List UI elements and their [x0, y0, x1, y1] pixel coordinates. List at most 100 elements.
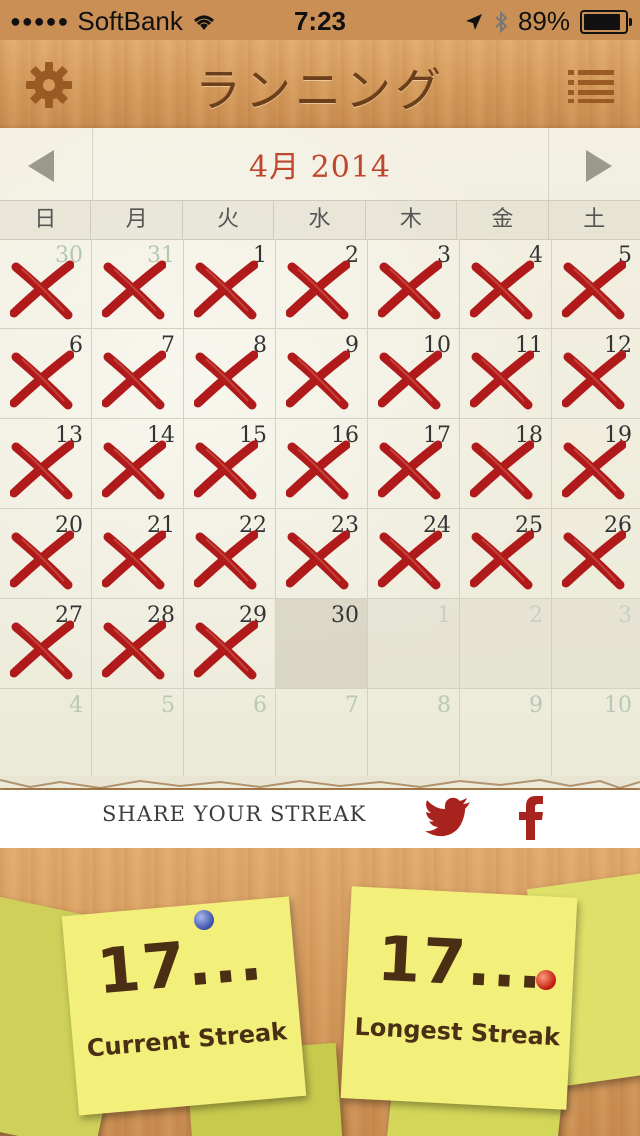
x-mark-icon — [102, 350, 166, 410]
location-arrow-icon — [465, 13, 482, 30]
calendar-day-cell[interactable]: 14 — [92, 419, 184, 509]
weekday-label: 火 — [183, 201, 275, 239]
stats-board: 17... Current Streak 17... Longest Strea… — [0, 848, 640, 1136]
calendar-day-cell[interactable]: 15 — [184, 419, 276, 509]
calendar-day-cell[interactable]: 30 — [0, 239, 92, 329]
calendar-day-cell[interactable]: 18 — [460, 419, 552, 509]
x-mark-icon — [562, 440, 626, 500]
battery-fill — [584, 13, 621, 30]
day-number: 7 — [345, 693, 359, 718]
prev-month-button[interactable] — [24, 148, 64, 184]
x-mark-icon — [378, 260, 442, 320]
weekday-label: 土 — [583, 207, 606, 232]
calendar-day-cell[interactable]: 25 — [460, 509, 552, 599]
x-mark-icon — [102, 260, 166, 320]
x-mark-icon — [470, 530, 534, 590]
page-title: ランニング — [195, 63, 445, 117]
x-mark-icon — [194, 440, 258, 500]
calendar-grid: 30 31 1 2 3 4 5 6 7 8 9 10 11 12 13 14 15 16 17 18 19 20 21 22 2… — [0, 239, 640, 779]
calendar-day-cell[interactable]: 27 — [0, 599, 92, 689]
x-mark-icon — [286, 350, 350, 410]
x-mark-icon — [10, 530, 74, 590]
weekday-label: 金 — [457, 201, 549, 239]
x-mark-icon — [470, 260, 534, 320]
weekday-label: 日 — [0, 201, 92, 239]
calendar-day-cell[interactable]: 9 — [276, 329, 368, 419]
calendar-day-cell[interactable]: 12 — [552, 329, 640, 419]
longest-streak-note: 17... Longest Streak — [340, 886, 578, 1110]
calendar-day-cell[interactable]: 4 — [460, 239, 552, 329]
calendar-day-cell[interactable]: 21 — [92, 509, 184, 599]
calendar-day-cell[interactable]: 6 — [0, 329, 92, 419]
x-mark-icon — [10, 440, 74, 500]
calendar-day-cell[interactable]: 10 — [552, 689, 640, 779]
day-number: 8 — [437, 693, 451, 718]
x-mark-icon — [562, 350, 626, 410]
blue-pin-icon — [194, 910, 214, 930]
calendar-day-cell[interactable]: 11 — [460, 329, 552, 419]
calendar-day-cell[interactable]: 3 — [552, 599, 640, 689]
battery-percent: 89% — [517, 6, 570, 36]
twitter-button[interactable] — [424, 796, 472, 840]
calendar-day-cell[interactable]: 2 — [276, 239, 368, 329]
facebook-icon — [519, 796, 543, 840]
menu-button[interactable] — [568, 68, 614, 104]
calendar: 4月 2014 日 月 火 水 木 金 土 30 31 1 2 3 4 5 6 7 8 9 10 11 1… — [0, 128, 640, 788]
next-month-button[interactable] — [576, 148, 616, 184]
x-mark-icon — [378, 350, 442, 410]
x-mark-icon — [10, 260, 74, 320]
calendar-day-cell[interactable]: 20 — [0, 509, 92, 599]
list-icon — [568, 70, 614, 103]
calendar-day-cell[interactable]: 7 — [276, 689, 368, 779]
month-title: 4月 2014 — [249, 150, 391, 185]
calendar-day-cell[interactable]: 3 — [368, 239, 460, 329]
calendar-day-cell[interactable]: 6 — [184, 689, 276, 779]
x-mark-icon — [562, 260, 626, 320]
calendar-day-cell[interactable]: 7 — [92, 329, 184, 419]
x-mark-icon — [286, 530, 350, 590]
calendar-day-cell[interactable]: 17 — [368, 419, 460, 509]
x-mark-icon — [102, 440, 166, 500]
x-mark-icon — [194, 260, 258, 320]
calendar-day-cell[interactable]: 24 — [368, 509, 460, 599]
calendar-day-cell[interactable]: 13 — [0, 419, 92, 509]
calendar-day-cell[interactable]: 1 — [368, 599, 460, 689]
calendar-day-cell[interactable]: 1 — [184, 239, 276, 329]
calendar-day-cell[interactable]: 4 — [0, 689, 92, 779]
weekday-label: 月 — [91, 201, 183, 239]
x-mark-icon — [102, 620, 166, 680]
day-number: 4 — [69, 693, 83, 718]
calendar-day-cell[interactable]: 22 — [184, 509, 276, 599]
calendar-day-cell[interactable]: 8 — [184, 329, 276, 419]
calendar-day-cell[interactable]: 26 — [552, 509, 640, 599]
x-mark-icon — [194, 350, 258, 410]
current-streak-label: Current Streak — [85, 1017, 289, 1063]
calendar-day-cell[interactable]: 10 — [368, 329, 460, 419]
x-mark-icon — [378, 530, 442, 590]
twitter-icon — [425, 797, 470, 837]
day-number: 6 — [253, 693, 267, 718]
calendar-day-cell[interactable]: 31 — [92, 239, 184, 329]
longest-streak-value: 17... — [375, 921, 547, 1004]
x-mark-icon — [562, 530, 626, 590]
calendar-day-cell[interactable]: 29 — [184, 599, 276, 689]
share-bar: SHARE YOUR STREAK — [0, 790, 640, 848]
facebook-button[interactable] — [514, 794, 550, 842]
calendar-day-cell[interactable]: 19 — [552, 419, 640, 509]
calendar-day-cell[interactable]: 8 — [368, 689, 460, 779]
calendar-day-cell[interactable]: 5 — [92, 689, 184, 779]
calendar-day-cell[interactable]: 9 — [460, 689, 552, 779]
x-mark-icon — [102, 530, 166, 590]
day-number: 2 — [529, 603, 543, 628]
right-arrow-icon — [586, 150, 612, 182]
calendar-day-cell[interactable]: 30 — [276, 599, 368, 689]
calendar-day-cell[interactable]: 2 — [460, 599, 552, 689]
red-pin-icon — [536, 970, 556, 990]
x-mark-icon — [10, 620, 74, 680]
calendar-day-cell[interactable]: 28 — [92, 599, 184, 689]
calendar-day-cell[interactable]: 5 — [552, 239, 640, 329]
x-mark-icon — [470, 440, 534, 500]
x-mark-icon — [378, 440, 442, 500]
calendar-day-cell[interactable]: 16 — [276, 419, 368, 509]
calendar-day-cell[interactable]: 23 — [276, 509, 368, 599]
